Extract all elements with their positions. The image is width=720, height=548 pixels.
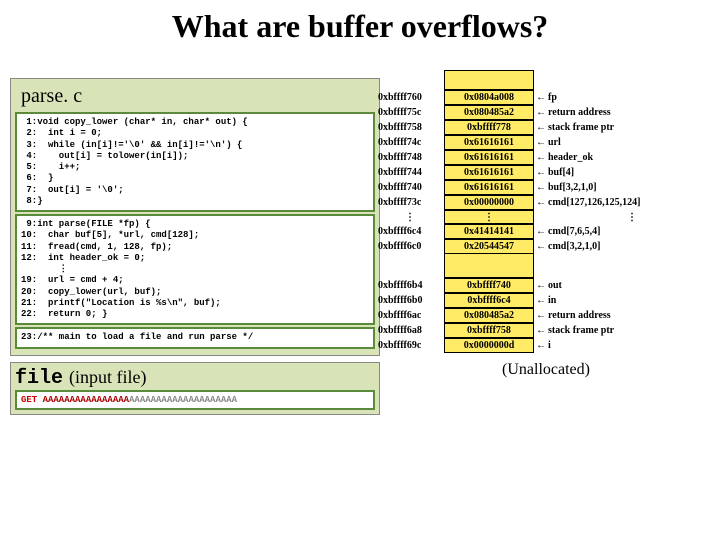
stack-top [444, 70, 534, 90]
left-column: parse. c 1:void copy_lower (char* in, ch… [10, 78, 380, 421]
stack-cell: 0xbffff6c4 [444, 293, 534, 308]
stack-cell: 0x61616161 [444, 180, 534, 195]
stack-label: out [546, 280, 716, 291]
stack-label: fp [546, 92, 716, 103]
arrow-icon: ← [534, 153, 546, 163]
stack-label: in [546, 295, 716, 306]
stack-addr: 0xbffff6b0 [376, 294, 444, 307]
page-title: What are buffer overflows? [0, 8, 720, 45]
stack-cell: 0x61616161 [444, 150, 534, 165]
arrow-icon: ← [534, 108, 546, 118]
arrow-icon: ← [534, 326, 546, 336]
stack-addr: 0xbffff73c [376, 196, 444, 209]
stack-cell: 0x61616161 [444, 135, 534, 150]
file-label: file [15, 367, 63, 390]
arrow-icon: ← [534, 93, 546, 103]
stack-cell: ⋮ [444, 210, 534, 224]
unallocated-label: (Unallocated) [376, 361, 716, 379]
file-desc: (input file) [69, 367, 146, 388]
stack-addr: 0xbffff6c0 [376, 240, 444, 253]
stack-label: return address [546, 107, 716, 118]
stack-label: buf[3,2,1,0] [546, 182, 716, 193]
stack-label: i [546, 340, 716, 351]
stack-cell: 0x20544547 [444, 239, 534, 254]
stack-cell: 0x00000000 [444, 195, 534, 210]
stack-addr: 0xbffff6c4 [376, 225, 444, 238]
stack-cell: 0x0804a008 [444, 90, 534, 105]
stack-label: ⋮ [546, 215, 716, 220]
stack-diagram: 0xbffff7600x0804a008←fp0xbffff75c0x08048… [376, 90, 716, 353]
stack-label: stack frame ptr [546, 122, 716, 133]
stack-label: return address [546, 310, 716, 321]
code-block-3: 23:/** main to load a file and run parse… [15, 327, 375, 348]
stack-cell: 0x080485a2 [444, 308, 534, 323]
file-panel: file (input file) GET AAAAAAAAAAAAAAAAAA… [10, 362, 380, 415]
stack-cell: 0x080485a2 [444, 105, 534, 120]
stack-label: cmd[3,2,1,0] [546, 241, 716, 252]
stack-cell: 0xbffff740 [444, 278, 534, 293]
stack-addr: 0xbffff740 [376, 181, 444, 194]
arrow-icon: ← [534, 296, 546, 306]
arrow-icon: ← [534, 311, 546, 321]
stack-addr: 0xbffff758 [376, 121, 444, 134]
stack-label: buf[4] [546, 167, 716, 178]
stack-addr: 0xbffff6a8 [376, 324, 444, 337]
stack-label: header_ok [546, 152, 716, 163]
stack-cell: 0x41414141 [444, 224, 534, 239]
stack-addr: 0xbffff74c [376, 136, 444, 149]
parse-label: parse. c [15, 83, 375, 110]
stack-cell: 0xbffff778 [444, 120, 534, 135]
stack-addr: 0xbffff6b4 [376, 279, 444, 292]
arrow-icon: ← [534, 281, 546, 291]
arrow-icon: ← [534, 198, 546, 208]
stack-addr: 0xbffff760 [376, 91, 444, 104]
arrow-icon: ← [534, 168, 546, 178]
stack-cell: 0x0000000d [444, 338, 534, 353]
stack-label: url [546, 137, 716, 148]
stack-cell: 0x61616161 [444, 165, 534, 180]
stack-addr: 0xbffff6ac [376, 309, 444, 322]
code-block-2: 9:int parse(FILE *fp) { 10: char buf[5],… [15, 214, 375, 325]
right-column: 0xbffff7600x0804a008←fp0xbffff75c0x08048… [376, 70, 716, 379]
arrow-icon: ← [534, 242, 546, 252]
stack-addr: 0xbffff69c [376, 339, 444, 352]
code-block-1: 1:void copy_lower (char* in, char* out) … [15, 112, 375, 212]
arrow-icon: ← [534, 138, 546, 148]
parse-panel: parse. c 1:void copy_lower (char* in, ch… [10, 78, 380, 356]
arrow-icon: ← [534, 183, 546, 193]
stack-label: cmd[7,6,5,4] [546, 226, 716, 237]
arrow-icon: ← [534, 227, 546, 237]
stack-addr: ⋮ [376, 214, 444, 221]
stack-addr: 0xbffff748 [376, 151, 444, 164]
input-file-content: GET AAAAAAAAAAAAAAAAAAAAAAAAAAAAAAAAAAAA [15, 390, 375, 410]
stack-addr: 0xbffff744 [376, 166, 444, 179]
stack-addr: 0xbffff75c [376, 106, 444, 119]
stack-cell: 0xbffff758 [444, 323, 534, 338]
arrow-icon: ← [534, 123, 546, 133]
stack-label: cmd[127,126,125,124] [546, 197, 716, 208]
stack-label: stack frame ptr [546, 325, 716, 336]
arrow-icon: ← [534, 341, 546, 351]
